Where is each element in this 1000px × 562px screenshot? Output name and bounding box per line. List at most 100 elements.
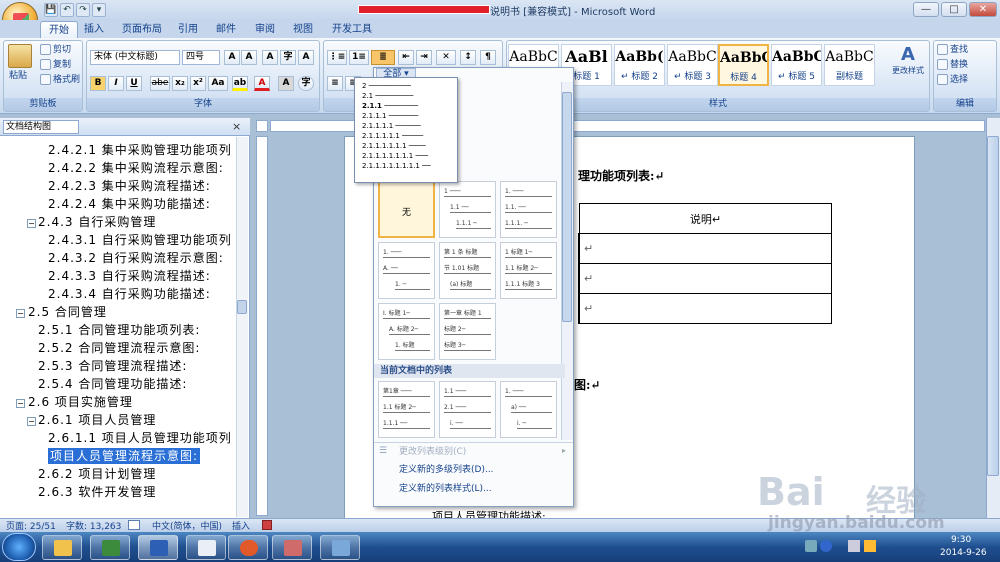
nav-item-selected[interactable]: 项目人员管理流程示意图:: [48, 448, 201, 464]
style-subtitle[interactable]: AaBbC 副标题: [824, 44, 875, 86]
list-style-none[interactable]: 无: [378, 181, 435, 238]
table-header-cell[interactable]: 说明↵: [579, 203, 832, 234]
bullets-icon[interactable]: ⋮≡: [327, 50, 347, 65]
maximize-button[interactable]: □: [941, 2, 967, 17]
table-cell[interactable]: ↵: [579, 233, 832, 264]
nav-item[interactable]: 2.6.1.1 项目人员管理功能项列: [48, 430, 232, 446]
table-cell[interactable]: ↵: [579, 263, 832, 294]
italic-button[interactable]: I: [108, 76, 124, 91]
save-icon[interactable]: 💾: [44, 3, 58, 17]
tab-home[interactable]: 开始: [40, 21, 78, 38]
find-button[interactable]: 查找: [937, 44, 968, 57]
document-map-selector[interactable]: 文档结构图: [3, 120, 79, 134]
copy-button[interactable]: 复制: [40, 59, 71, 72]
list-style-option[interactable]: 1 标题 1─ 1.1 标题 2─ 1.1.1 标题 3: [500, 242, 557, 299]
show-marks-icon[interactable]: ¶: [480, 50, 496, 65]
close-pane-icon[interactable]: ×: [232, 120, 241, 133]
qat-customize-icon[interactable]: ▾: [92, 3, 106, 17]
char-border-button[interactable]: A: [298, 50, 314, 65]
taskbar-excel-icon[interactable]: [90, 535, 130, 560]
tray-time[interactable]: 9:30: [951, 535, 971, 545]
nav-item[interactable]: 2.4.3.2 自行采购流程示意图:: [48, 250, 224, 266]
collapse-toggle-icon[interactable]: −: [27, 219, 36, 228]
list-style-option[interactable]: 1 ─── 1.1 ── 1.1.1 ─: [439, 181, 496, 238]
grow-font-button[interactable]: A: [224, 50, 240, 65]
collapse-toggle-icon[interactable]: −: [27, 417, 36, 426]
paste-icon[interactable]: [8, 44, 32, 68]
doc-heading[interactable]: 理功能项列表:↵: [578, 167, 665, 184]
nav-item[interactable]: 2.5 合同管理: [28, 304, 107, 320]
nav-item[interactable]: 2.4.2.3 集中采购流程描述:: [48, 178, 211, 194]
redo-icon[interactable]: ↷: [76, 3, 90, 17]
nav-item[interactable]: 2.4.2.2 集中采购流程示意图:: [48, 160, 224, 176]
subscript-button[interactable]: x₂: [172, 76, 188, 91]
ruler-tab-selector[interactable]: [256, 120, 268, 132]
language-status[interactable]: 中文(简体，中国): [152, 519, 222, 532]
word-count[interactable]: 字数: 13,263: [66, 519, 121, 532]
collapse-toggle-icon[interactable]: −: [16, 309, 25, 318]
enclose-char-button[interactable]: 字: [298, 76, 314, 91]
minimize-button[interactable]: —: [913, 2, 939, 17]
nav-item[interactable]: 2.4.3.1 自行采购管理功能项列: [48, 232, 232, 248]
nav-item[interactable]: 2.6.3 软件开发管理: [38, 484, 156, 500]
nav-item[interactable]: 2.6 项目实施管理: [28, 394, 133, 410]
tab-developer[interactable]: 开发工具: [324, 21, 380, 38]
nav-item[interactable]: 2.4.2.1 集中采购管理功能项列: [48, 142, 232, 158]
doc-heading-2[interactable]: 图:↵: [574, 376, 601, 393]
list-style-option[interactable]: 1. ─── A. ── 1. ─: [378, 242, 435, 299]
paste-button[interactable]: 粘贴: [9, 70, 27, 83]
style-heading-5[interactable]: AaBbC ↵ 标题 5: [771, 44, 822, 86]
change-case-button[interactable]: Aa: [208, 76, 228, 91]
sort-icon[interactable]: ↕: [460, 50, 476, 65]
select-button[interactable]: 选择: [937, 74, 968, 87]
nav-scroll-thumb[interactable]: [237, 300, 247, 314]
define-new-list-style-item[interactable]: 定义新的列表样式(L)...: [399, 483, 492, 495]
tray-volume-icon[interactable]: [848, 540, 860, 552]
format-painter-button[interactable]: 格式刷: [40, 74, 80, 87]
style-heading-4[interactable]: AaBbC 标题 4: [718, 44, 769, 86]
insert-mode-status[interactable]: 插入: [232, 519, 250, 532]
phonetic-button[interactable]: 字: [280, 50, 296, 65]
nav-item[interactable]: 2.5.3 合同管理流程描述:: [38, 358, 187, 374]
nav-item[interactable]: 2.5.1 合同管理功能项列表:: [38, 322, 200, 338]
tab-mailings[interactable]: 邮件: [208, 21, 244, 38]
taskbar-contacts-icon[interactable]: [272, 535, 312, 560]
taskbar-explorer-icon[interactable]: [42, 535, 82, 560]
bold-button[interactable]: B: [90, 76, 106, 91]
strikethrough-button[interactable]: abe: [150, 76, 170, 91]
tab-page-layout[interactable]: 页面布局: [114, 21, 170, 38]
font-name-combo[interactable]: 宋体 (中文标题): [90, 50, 180, 65]
font-size-combo[interactable]: 四号: [182, 50, 220, 65]
collapse-toggle-icon[interactable]: −: [16, 399, 25, 408]
style-heading-3[interactable]: AaBbC ↵ 标题 3: [667, 44, 718, 86]
cut-button[interactable]: 剪切: [40, 44, 71, 57]
define-new-multilevel-list-item[interactable]: 定义新的多级列表(D)...: [399, 464, 494, 476]
current-list-option[interactable]: 第1章 ─── 1.1 标题 2─ 1.1.1 ──: [378, 381, 435, 438]
nav-scrollbar[interactable]: [236, 137, 248, 517]
chinese-layout-icon[interactable]: ✕: [436, 50, 456, 65]
current-list-option[interactable]: 1. ─── a) ── i. ─: [500, 381, 557, 438]
tray-date[interactable]: 2014-9-26: [940, 548, 987, 558]
change-styles-button[interactable]: A 更改样式: [890, 44, 926, 88]
page-count[interactable]: 页面: 25/51: [6, 519, 56, 532]
macro-record-icon[interactable]: [262, 520, 272, 530]
tray-help-icon[interactable]: [820, 540, 832, 552]
numbering-icon[interactable]: 1≡: [349, 50, 369, 65]
close-button[interactable]: ✕: [969, 2, 997, 17]
doc-table[interactable]: 说明↵ ↵ ↵ ↵: [578, 203, 832, 324]
tab-view[interactable]: 视图: [285, 21, 321, 38]
underline-button[interactable]: U: [126, 76, 142, 91]
style-heading-2[interactable]: AaBb(↵ 标题 2: [614, 44, 665, 86]
table-cell[interactable]: ↵: [579, 293, 832, 324]
current-list-option[interactable]: 1.1 ─── 2.1 ─── i. ──: [439, 381, 496, 438]
nav-item[interactable]: 2.4.3.3 自行采购流程描述:: [48, 268, 211, 284]
document-scroll-thumb[interactable]: [987, 136, 999, 476]
taskbar-app-icon[interactable]: [186, 535, 226, 560]
taskbar-browser-icon[interactable]: [228, 535, 268, 560]
taskbar-paint-icon[interactable]: [320, 535, 360, 560]
tray-flag-icon[interactable]: [864, 540, 876, 552]
nav-item[interactable]: 2.6.2 项目计划管理: [38, 466, 156, 482]
nav-item[interactable]: 2.5.4 合同管理功能描述:: [38, 376, 187, 392]
clear-format-button[interactable]: A: [262, 50, 278, 65]
gallery-scroll-thumb[interactable]: [562, 92, 572, 322]
